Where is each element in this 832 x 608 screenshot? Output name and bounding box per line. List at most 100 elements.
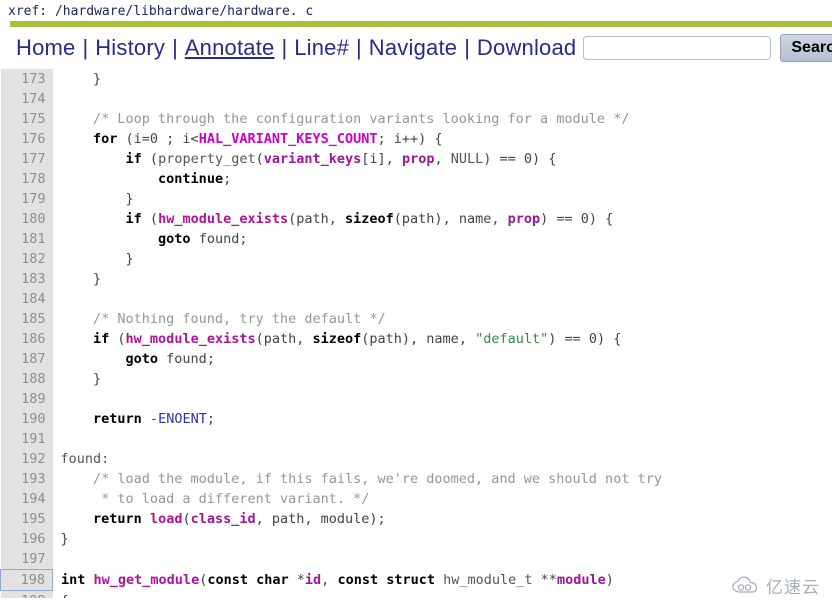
code-text: goto found; (53, 349, 662, 369)
code-line: 176 for (i=0 ; i<HAL_VARIANT_KEYS_COUNT;… (0, 129, 662, 149)
line-number[interactable]: 193 (0, 469, 53, 489)
code-line: 182 } (0, 249, 662, 269)
search-button[interactable]: Search (780, 34, 832, 62)
nav-link-home[interactable]: Home (16, 35, 76, 61)
nav-link-download[interactable]: Download (477, 35, 576, 61)
code-token: ; i++) { (377, 131, 443, 147)
code-token: (path, (288, 211, 346, 227)
nav-separator: | (356, 35, 362, 60)
code-text: } (53, 189, 662, 209)
code-token: , path, module); (255, 511, 386, 527)
line-number[interactable]: 189 (0, 389, 53, 409)
code-text: int hw_get_module(const char *id, const … (53, 570, 662, 591)
line-number[interactable]: 187 (0, 349, 53, 369)
line-number[interactable]: 190 (0, 409, 53, 429)
line-number[interactable]: 196 (0, 529, 53, 549)
code-token: ; (206, 411, 215, 427)
code-text: if (hw_module_exists(path, sizeof(path),… (53, 329, 662, 349)
xref-label: xref: (8, 4, 48, 19)
code-token: ENOENT (158, 411, 207, 427)
code-token: load (149, 511, 183, 527)
code-line: 180 if (hw_module_exists(path, sizeof(pa… (0, 209, 662, 229)
line-number[interactable]: 181 (0, 229, 53, 249)
code-text: /* load the module, if this fails, we're… (53, 469, 662, 489)
code-token: * to load a different variant. */ (101, 491, 370, 507)
code-text (53, 89, 662, 109)
line-number[interactable]: 192 (0, 449, 53, 469)
line-number[interactable]: 198 (0, 569, 53, 591)
code-token: - (141, 411, 159, 427)
code-token: } (93, 71, 102, 87)
line-number[interactable]: 183 (0, 269, 53, 289)
line-number[interactable]: 195 (0, 509, 53, 529)
code-text: } (53, 69, 662, 89)
line-number[interactable]: 182 (0, 249, 53, 269)
code-token: { (61, 593, 69, 599)
line-number[interactable]: 199 (0, 590, 53, 598)
code-token: [i], (361, 151, 402, 167)
source-code-viewer[interactable]: 173 } 174 175 /* Loop through the configu… (0, 69, 832, 598)
code-token: ( (255, 151, 264, 167)
search-input[interactable] (583, 36, 772, 60)
code-text: found: (53, 449, 662, 469)
code-line: 187 goto found; (0, 349, 662, 369)
line-number[interactable]: 173 (0, 69, 53, 89)
code-text: for (i=0 ; i<HAL_VARIANT_KEYS_COUNT; i++… (53, 129, 662, 149)
xref-header: xref: /hardware/libhardware/hardware. c (0, 0, 832, 21)
code-token: } (125, 251, 134, 267)
line-number[interactable]: 191 (0, 429, 53, 449)
code-token: goto (125, 351, 159, 367)
code-text: /* Nothing found, try the default */ (53, 309, 662, 329)
code-token: "default" (475, 331, 549, 347)
nav-link-annotate[interactable]: Annotate (185, 35, 275, 61)
nav-link-navigate[interactable]: Navigate (369, 35, 457, 61)
line-number[interactable]: 194 (0, 489, 53, 509)
code-text: return load(class_id, path, module); (53, 509, 662, 529)
line-number[interactable]: 188 (0, 369, 53, 389)
line-number[interactable]: 174 (0, 89, 53, 109)
nav-link-linenumber[interactable]: Line# (294, 35, 349, 61)
code-text: } (53, 529, 662, 549)
line-number[interactable]: 184 (0, 289, 53, 309)
code-token: ) == 0) { (548, 331, 622, 347)
line-number[interactable]: 176 (0, 129, 53, 149)
line-number[interactable]: 175 (0, 109, 53, 129)
code-token: struct (386, 571, 435, 588)
line-number[interactable]: 178 (0, 169, 53, 189)
xref-path: /hardware/libhardware/hardware. c (54, 4, 314, 19)
code-line: 181 goto found; (0, 229, 662, 249)
source-code-table: 173 } 174 175 /* Loop through the configu… (0, 69, 662, 598)
line-number[interactable]: 177 (0, 149, 53, 169)
line-number[interactable]: 186 (0, 329, 53, 349)
code-line: 192 found: (0, 449, 662, 469)
code-line: 179 } (0, 189, 662, 209)
code-token: (path), name, (361, 331, 476, 347)
code-token: * (288, 571, 305, 588)
line-number[interactable]: 185 (0, 309, 53, 329)
code-token: return (93, 411, 142, 427)
code-token: property_get (158, 151, 256, 167)
main-navigation: Home | History | Annotate | Line# | Navi… (0, 27, 832, 69)
code-token: } (125, 191, 134, 207)
code-token: hw_get_module (93, 571, 200, 588)
code-line: 183 } (0, 269, 662, 289)
line-number[interactable]: 197 (0, 549, 53, 570)
code-token: variant_keys (263, 151, 362, 167)
line-number[interactable]: 180 (0, 209, 53, 229)
code-token: /* Nothing found, try the default */ (93, 311, 386, 327)
nav-link-history[interactable]: History (95, 35, 165, 61)
opengrok-source-page: xref: /hardware/libhardware/hardware. c … (0, 0, 832, 608)
line-number[interactable]: 179 (0, 189, 53, 209)
